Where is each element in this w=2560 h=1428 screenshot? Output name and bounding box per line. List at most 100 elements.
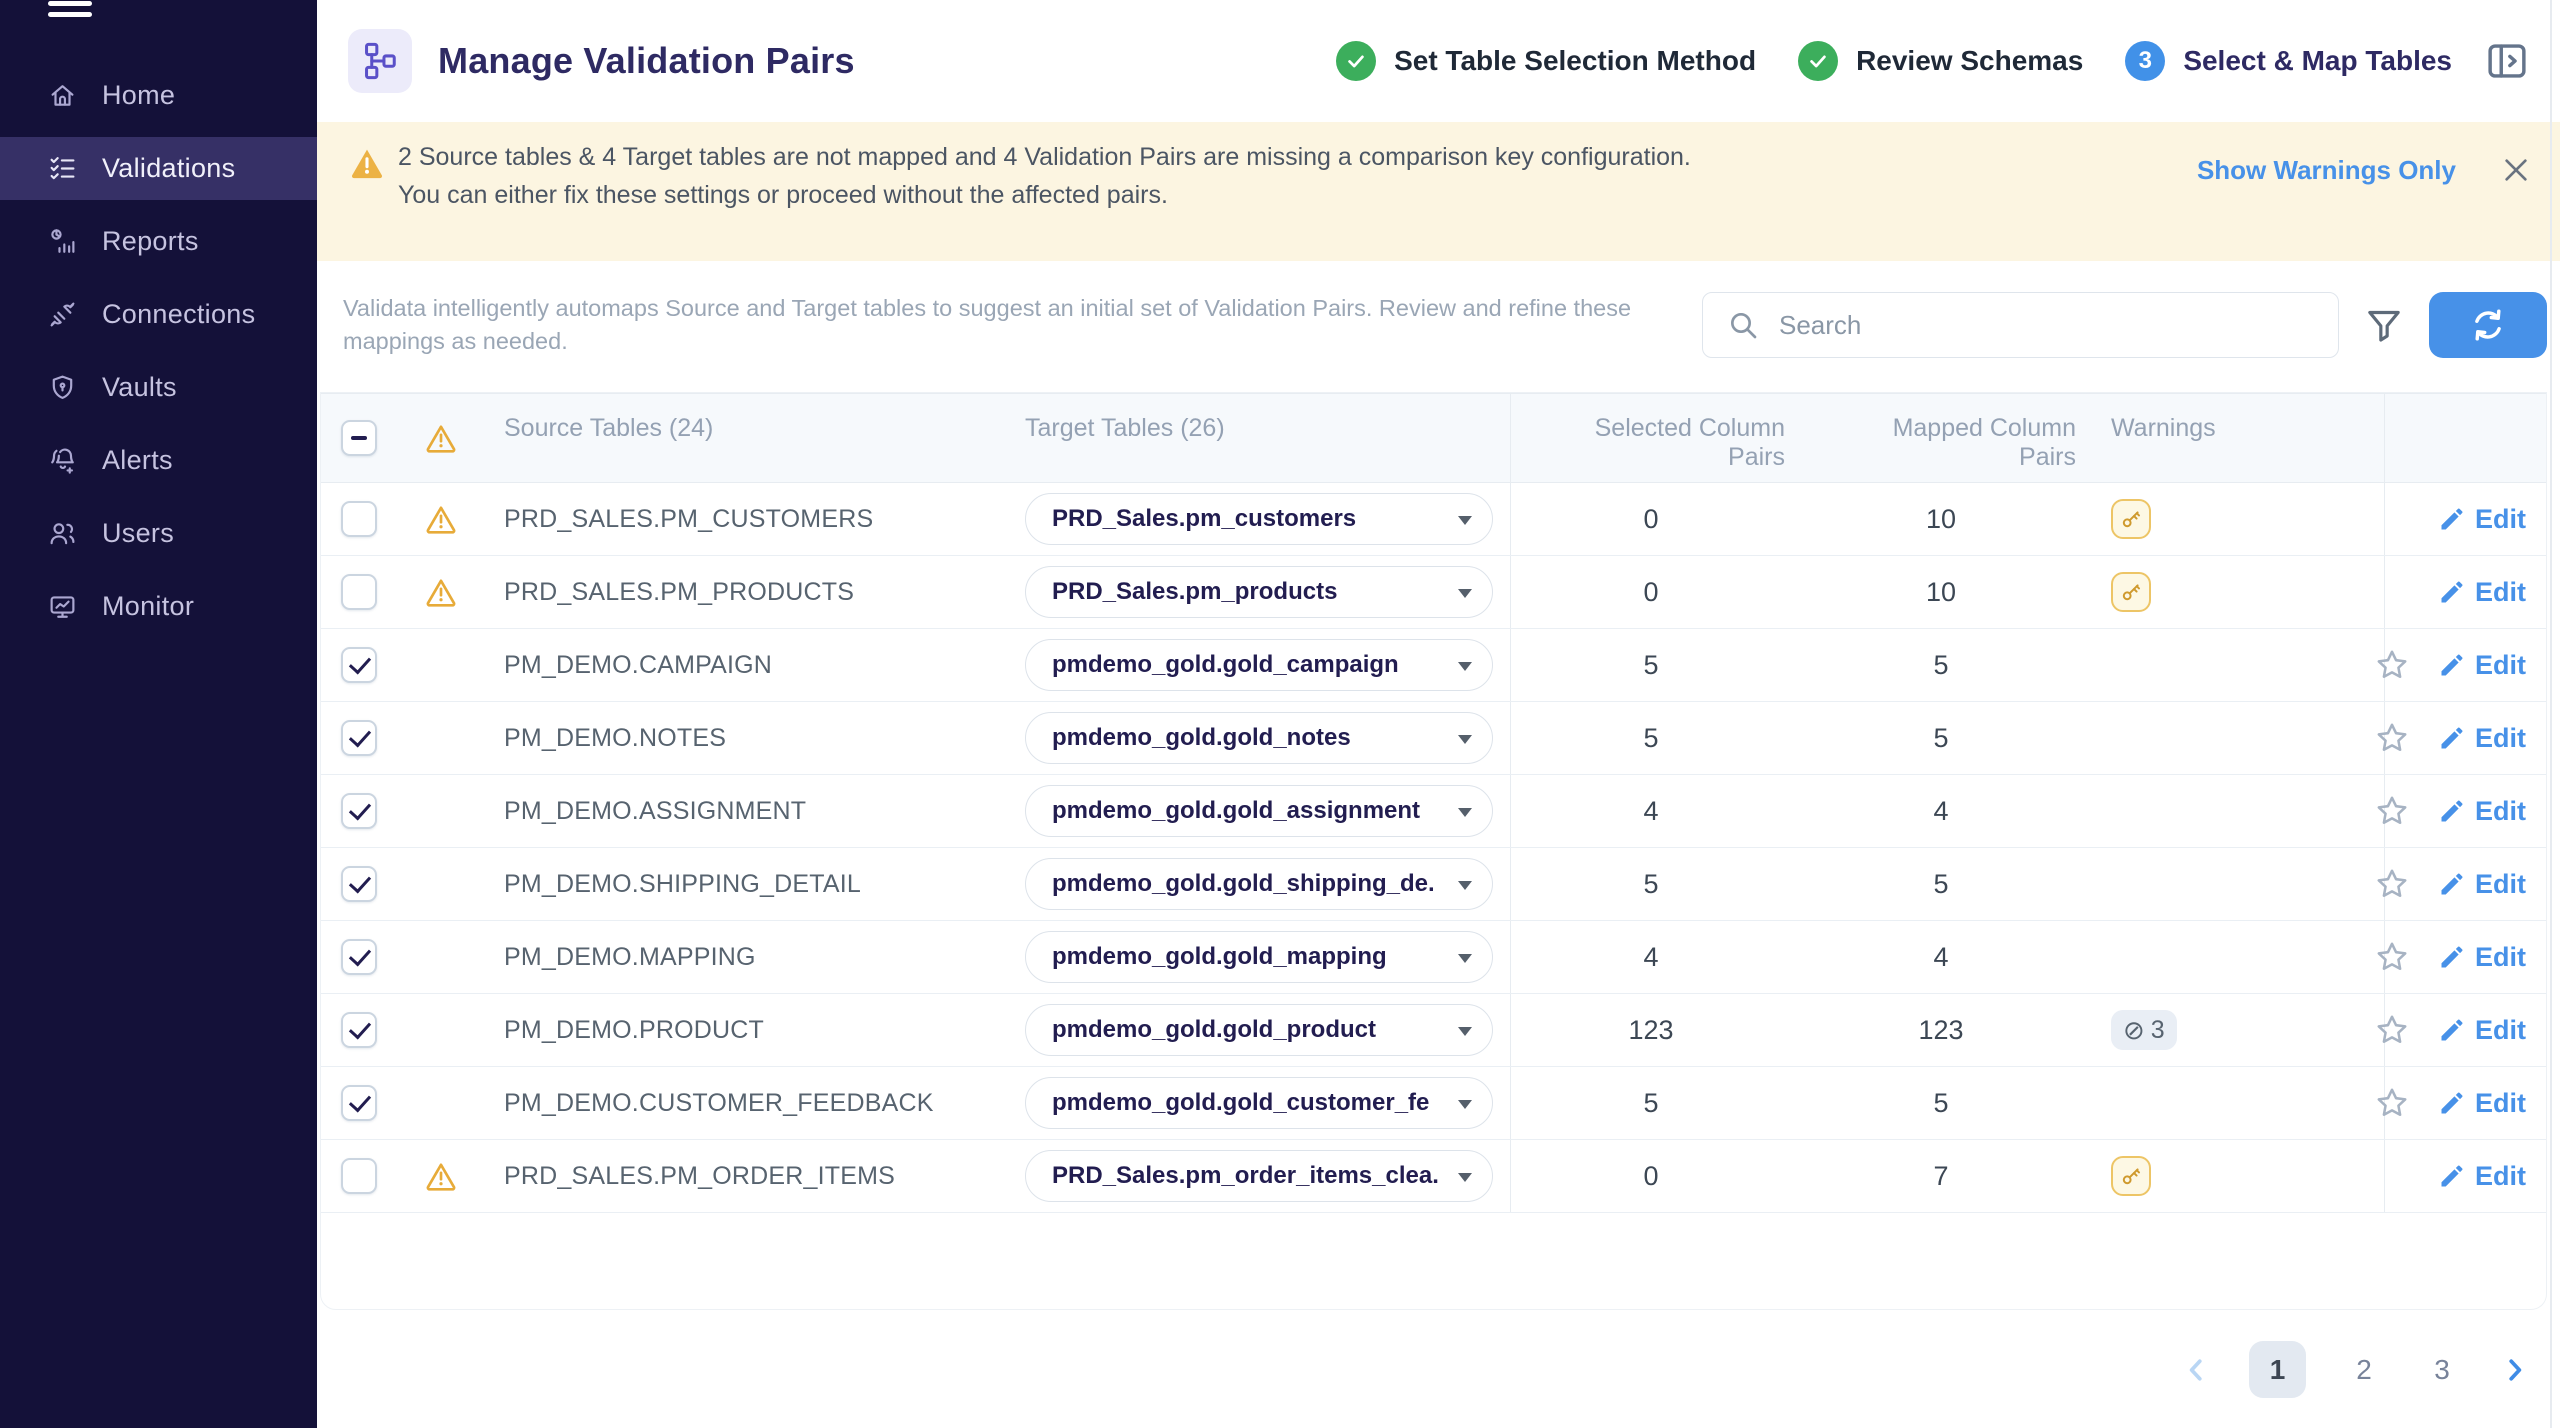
edit-button[interactable]: Edit [2438,1161,2526,1192]
row-warning-cell [409,775,487,847]
previous-page-icon[interactable] [2181,1355,2211,1385]
column-header-target[interactable]: Target Tables (26) [1007,394,1511,482]
mapped-column-pairs-value: 5 [1791,848,2091,920]
sidebar-item-reports[interactable]: Reports [0,210,317,273]
show-warnings-only-link[interactable]: Show Warnings Only [2197,155,2456,186]
source-table-name: PM_DEMO.NOTES [487,702,1007,774]
target-table-dropdown[interactable]: PRD_Sales.pm_products [1025,566,1493,618]
target-table-value: pmdemo_gold.gold_product [1052,1016,1376,1044]
chevron-down-icon [1458,735,1472,744]
edit-button[interactable]: Edit [2438,1015,2526,1046]
edit-label: Edit [2475,796,2526,827]
search-input-wrap [1702,292,2339,358]
selected-column-pairs-value: 5 [1511,848,1791,920]
row-warning-cell [409,994,487,1066]
star-icon[interactable] [2374,866,2410,902]
sidebar-item-label: Users [102,518,174,549]
panel-toggle-icon[interactable] [2484,38,2530,84]
row-warning-cell [409,629,487,701]
target-table-dropdown[interactable]: pmdemo_gold.gold_mapping [1025,931,1493,983]
column-header-warnings[interactable]: Warnings [2091,394,2385,482]
target-table-dropdown[interactable]: pmdemo_gold.gold_assignment [1025,785,1493,837]
selected-column-pairs-value: 5 [1511,1067,1791,1139]
sidebar-item-vaults[interactable]: Vaults [0,356,317,419]
target-table-dropdown[interactable]: PRD_Sales.pm_order_items_clea. [1025,1150,1493,1202]
row-actions: Edit [2385,1067,2546,1139]
sidebar-item-monitor[interactable]: Monitor [0,575,317,638]
sidebar-item-alerts[interactable]: Alerts [0,429,317,492]
edit-button[interactable]: Edit [2438,869,2526,900]
edit-button[interactable]: Edit [2438,796,2526,827]
row-checkbox[interactable] [341,1012,377,1048]
row-checkbox[interactable] [341,866,377,902]
star-icon[interactable] [2374,1012,2410,1048]
refresh-button[interactable] [2429,292,2547,358]
edit-button[interactable]: Edit [2438,942,2526,973]
row-checkbox[interactable] [341,574,377,610]
edit-label: Edit [2475,650,2526,681]
edit-button[interactable]: Edit [2438,1088,2526,1119]
filter-icon[interactable] [2364,305,2404,345]
sidebar-item-home[interactable]: Home [0,64,317,127]
row-warnings-cell [2091,775,2385,847]
page-button-3[interactable]: 3 [2422,1341,2462,1398]
key-icon [2119,507,2143,531]
star-icon[interactable] [2374,720,2410,756]
row-checkbox[interactable] [341,1158,377,1194]
star-icon[interactable] [2374,939,2410,975]
selected-column-pairs-value: 0 [1511,556,1791,628]
search-icon [1727,309,1759,341]
row-checkbox[interactable] [341,720,377,756]
step-1[interactable]: Set Table Selection Method [1336,41,1756,81]
selected-column-pairs-value: 5 [1511,702,1791,774]
page-button-2[interactable]: 2 [2344,1341,2384,1398]
connections-icon [48,300,77,329]
target-table-value: pmdemo_gold.gold_shipping_de. [1052,870,1435,898]
edit-button[interactable]: Edit [2438,650,2526,681]
target-table-dropdown[interactable]: pmdemo_gold.gold_product [1025,1004,1493,1056]
step-3[interactable]: 3Select & Map Tables [2125,41,2452,81]
row-checkbox[interactable] [341,647,377,683]
sidebar-item-validations[interactable]: Validations [0,137,317,200]
target-table-dropdown[interactable]: pmdemo_gold.gold_customer_fe [1025,1077,1493,1129]
row-warnings-cell: ⊘3 [2091,994,2385,1066]
chevron-down-icon [1458,516,1472,525]
target-table-value: pmdemo_gold.gold_mapping [1052,943,1387,971]
table-row: PM_DEMO.PRODUCT pmdemo_gold.gold_product… [321,994,2546,1067]
target-table-dropdown[interactable]: pmdemo_gold.gold_campaign [1025,639,1493,691]
target-table-dropdown[interactable]: PRD_Sales.pm_customers [1025,493,1493,545]
edit-button[interactable]: Edit [2438,577,2526,608]
table-row: PM_DEMO.CUSTOMER_FEEDBACK pmdemo_gold.go… [321,1067,2546,1140]
row-checkbox[interactable] [341,793,377,829]
edit-button[interactable]: Edit [2438,723,2526,754]
row-checkbox[interactable] [341,1085,377,1121]
column-header-mapped-pairs[interactable]: Mapped Column Pairs [1791,394,2091,482]
row-checkbox[interactable] [341,501,377,537]
star-icon[interactable] [2374,793,2410,829]
column-header-selected-pairs[interactable]: Selected Column Pairs [1511,394,1791,482]
next-page-icon[interactable] [2500,1355,2530,1385]
search-input[interactable] [1779,310,2318,341]
page-button-1[interactable]: 1 [2249,1341,2306,1398]
target-table-dropdown[interactable]: pmdemo_gold.gold_shipping_de. [1025,858,1493,910]
close-icon[interactable] [2500,154,2532,186]
row-checkbox[interactable] [341,939,377,975]
row-warnings-cell [2091,629,2385,701]
chevron-down-icon [1458,954,1472,963]
missing-key-badge[interactable] [2111,499,2151,539]
step-2[interactable]: Review Schemas [1798,41,2083,81]
column-header-source[interactable]: Source Tables (24) [487,394,1007,482]
target-table-dropdown[interactable]: pmdemo_gold.gold_notes [1025,712,1493,764]
star-icon[interactable] [2374,647,2410,683]
sidebar-item-connections[interactable]: Connections [0,283,317,346]
star-icon[interactable] [2374,1085,2410,1121]
select-all-checkbox[interactable] [341,420,377,456]
missing-key-badge[interactable] [2111,572,2151,612]
edit-button[interactable]: Edit [2438,504,2526,535]
excluded-columns-badge[interactable]: ⊘3 [2111,1010,2177,1050]
sidebar-item-users[interactable]: Users [0,502,317,565]
hamburger-icon[interactable] [48,0,92,23]
table-row: PM_DEMO.SHIPPING_DETAIL pmdemo_gold.gold… [321,848,2546,921]
target-table-value: pmdemo_gold.gold_notes [1052,724,1351,752]
missing-key-badge[interactable] [2111,1156,2151,1196]
